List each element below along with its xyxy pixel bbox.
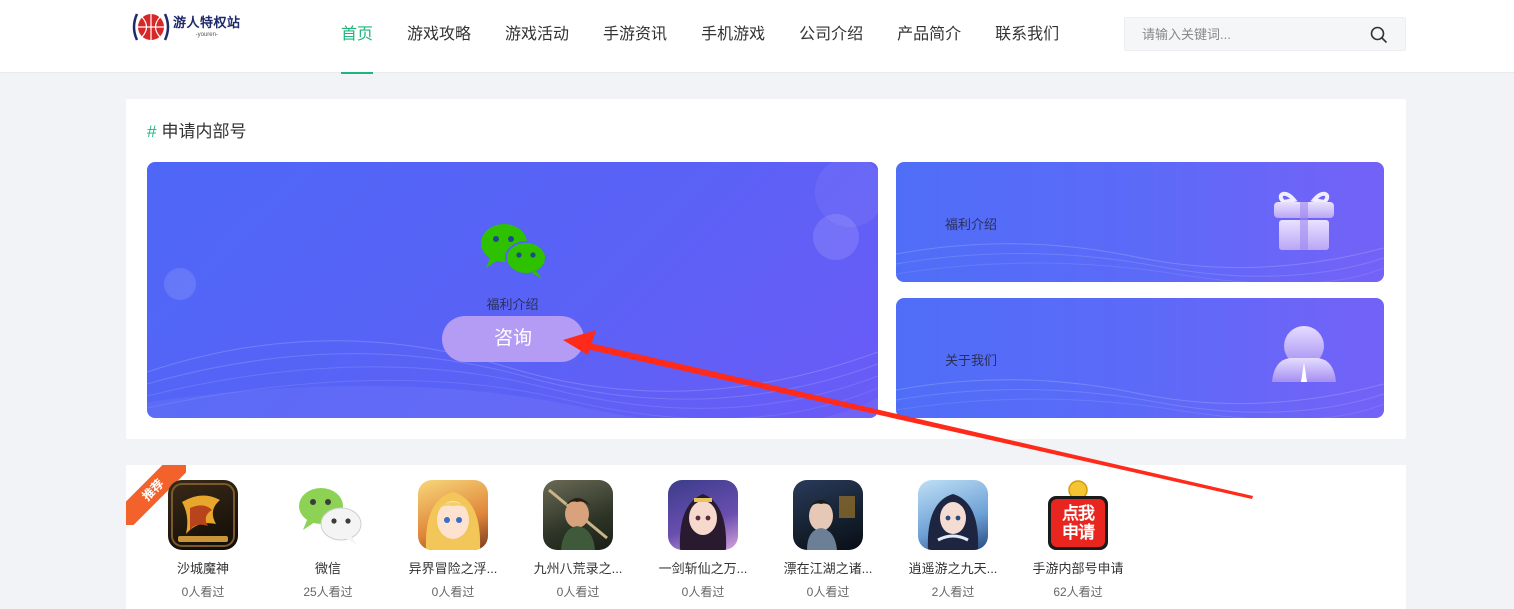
search-icon[interactable] (1370, 26, 1387, 43)
game-name: 九州八荒录之... (533, 561, 623, 576)
game-item[interactable]: 沙城魔神 0人看过 (143, 480, 263, 600)
wave-decoration (147, 340, 878, 418)
consult-card[interactable]: 福利介绍 咨询 (147, 162, 878, 418)
apply-badge-text: 点我 申请 (1062, 504, 1095, 542)
logo-subtitle: -youren- (195, 32, 218, 38)
search-box (1124, 17, 1406, 51)
legend-game-icon (168, 480, 238, 550)
game-item[interactable]: 微信 25人看过 (268, 480, 388, 600)
heroine-icon (918, 480, 988, 550)
gift-icon (1274, 191, 1334, 250)
nav-company-intro[interactable]: 公司介绍 (782, 0, 880, 73)
nav-mobile-games[interactable]: 手机游戏 (684, 0, 782, 73)
game-name: 微信 (314, 561, 341, 576)
game-views: 0人看过 (181, 585, 225, 599)
game-views: 0人看过 (431, 585, 475, 599)
game-name: 漂在江湖之诸... (783, 561, 873, 576)
game-item[interactable]: 点我 申请 手游内部号申请 62人看过 (1018, 480, 1138, 600)
game-views: 0人看过 (556, 585, 600, 599)
about-us-card[interactable]: 关于我们 (896, 298, 1384, 418)
site-logo[interactable]: 游人特权站 -youren- (131, 9, 251, 45)
apply-badge-icon: 点我 申请 (1043, 480, 1113, 550)
wechat-icon (481, 224, 547, 279)
game-name: 一剑斩仙之万... (658, 561, 748, 576)
game-views: 62人看过 (1053, 585, 1103, 599)
logo-basketball-icon (131, 10, 171, 44)
consult-card-label: 福利介绍 (486, 297, 539, 312)
game-name: 逍遥游之九天... (908, 561, 998, 576)
apply-internal-account-panel: # 申请内部号 福利介绍 咨询 福利介绍 关于我们 (126, 99, 1406, 439)
warrior-icon (543, 480, 613, 550)
search-input[interactable] (1125, 18, 1365, 50)
anime-girl-icon (418, 480, 488, 550)
nav-game-events[interactable]: 游戏活动 (488, 0, 586, 73)
wechat-icon (293, 480, 363, 550)
nav-game-guides[interactable]: 游戏攻略 (390, 0, 488, 73)
game-item[interactable]: 漂在江湖之诸... 0人看过 (768, 480, 888, 600)
game-name: 手游内部号申请 (1032, 561, 1124, 576)
game-item[interactable]: 一剑斩仙之万... 0人看过 (643, 480, 763, 600)
section-hash: # (147, 122, 157, 141)
main-nav: 首页 游戏攻略 游戏活动 手游资讯 手机游戏 公司介绍 产品简介 联系我们 (324, 0, 1076, 74)
game-item[interactable]: 异界冒险之浮... 0人看过 (393, 480, 513, 600)
nav-home[interactable]: 首页 (324, 0, 390, 74)
section-title-text: 申请内部号 (161, 122, 247, 141)
game-item[interactable]: 逍遥游之九天... 2人看过 (893, 480, 1013, 600)
section-title: # 申请内部号 (147, 117, 246, 142)
logo-text: 游人特权站 -youren- (173, 15, 241, 39)
recommended-games: 推荐 沙城魔神 0人看过 微信 25人看过 异界冒险之浮... 0人看过 九州八… (126, 465, 1406, 609)
swordsman-icon (793, 480, 863, 550)
nav-product-intro[interactable]: 产品简介 (880, 0, 978, 73)
welfare-intro-label: 福利介绍 (945, 217, 998, 232)
game-name: 沙城魔神 (176, 561, 229, 576)
logo-title: 游人特权站 (173, 15, 241, 30)
game-item[interactable]: 九州八荒录之... 0人看过 (518, 480, 638, 600)
welfare-intro-card[interactable]: 福利介绍 (896, 162, 1384, 282)
fairy-icon (668, 480, 738, 550)
game-views: 0人看过 (681, 585, 725, 599)
game-views: 25人看过 (303, 585, 353, 599)
nav-contact-us[interactable]: 联系我们 (978, 0, 1076, 73)
user-icon (1272, 326, 1336, 382)
game-name: 异界冒险之浮... (408, 561, 498, 576)
nav-mobile-news[interactable]: 手游资讯 (586, 0, 684, 73)
consult-button[interactable]: 咨询 (442, 316, 584, 362)
game-views: 0人看过 (806, 585, 850, 599)
game-views: 2人看过 (931, 585, 975, 599)
site-header: 游人特权站 -youren- 首页 游戏攻略 游戏活动 手游资讯 手机游戏 公司… (0, 0, 1514, 74)
about-us-label: 关于我们 (945, 353, 998, 368)
